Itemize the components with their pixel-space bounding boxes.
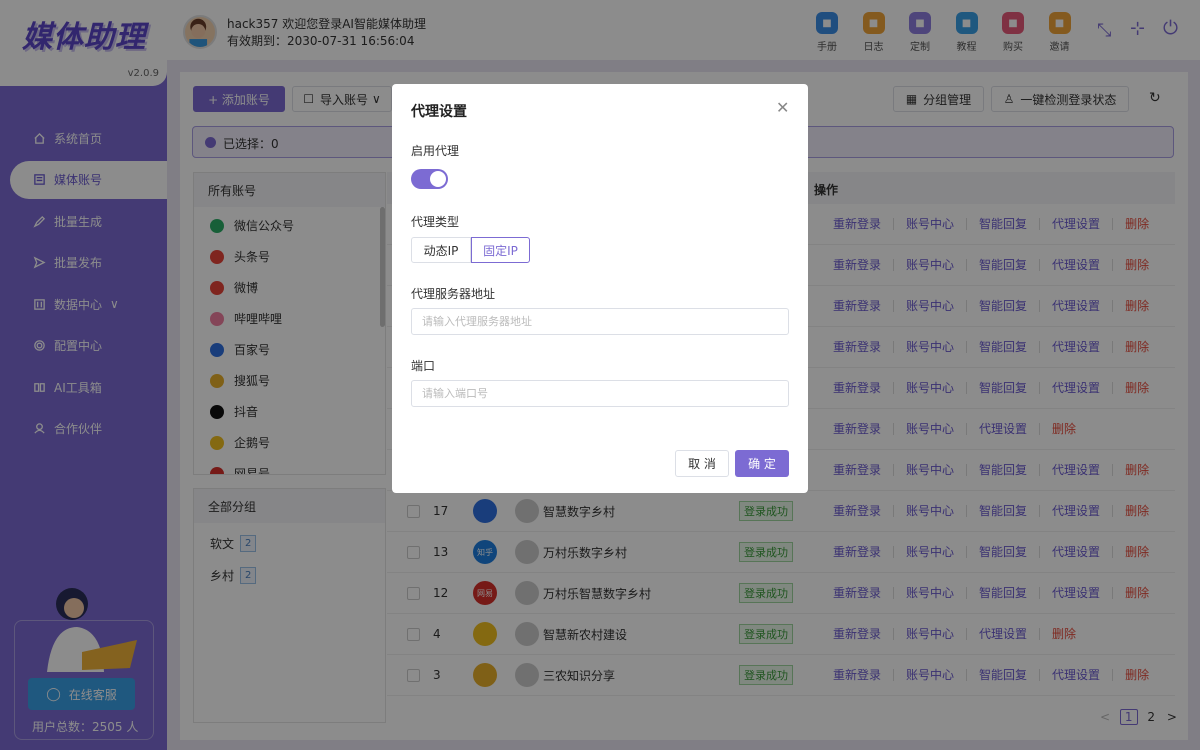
port-label: 端口 [411,359,436,373]
dialog-title: 代理设置 [411,104,467,120]
confirm-button[interactable]: 确 定 [735,450,789,477]
toggle-knob [430,171,446,187]
close-icon[interactable]: ✕ [776,98,789,117]
proxy-server-label: 代理服务器地址 [411,287,496,301]
cancel-button[interactable]: 取 消 [675,450,729,477]
enable-proxy-toggle[interactable] [411,169,448,189]
proxy-server-input[interactable] [411,308,789,335]
fixed-ip-option[interactable]: 固定IP [471,237,530,263]
proxy-type-label: 代理类型 [411,215,460,229]
proxy-settings-dialog: 代理设置 ✕ 启用代理 代理类型 动态IP 固定IP 代理服务器地址 端口 取 … [392,84,808,493]
enable-proxy-label: 启用代理 [411,144,460,158]
dynamic-ip-option[interactable]: 动态IP [411,237,471,263]
port-input[interactable] [411,380,789,407]
